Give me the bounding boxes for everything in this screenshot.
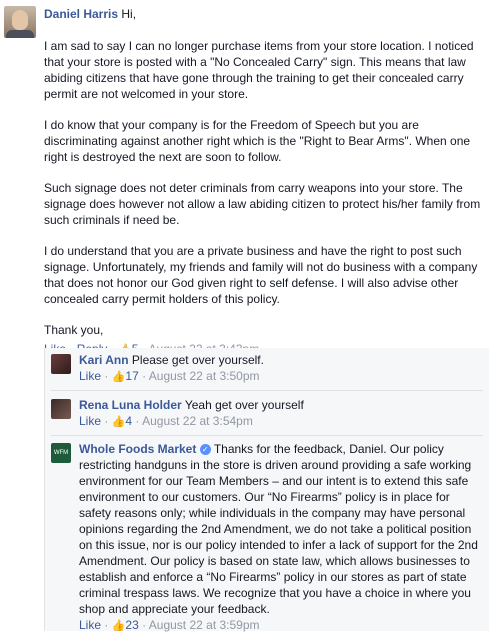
reply-author[interactable]: Rena Luna Holder	[79, 398, 182, 412]
reply-author[interactable]: Whole Foods Market	[79, 442, 196, 456]
divider	[51, 435, 483, 436]
paragraph: I do know that your company is for the F…	[44, 118, 471, 164]
like-link[interactable]: Like	[79, 414, 101, 428]
paragraph: I am sad to say I can no longer purchase…	[44, 39, 474, 101]
reply-text: Yeah get over yourself	[184, 398, 304, 412]
comment-body: Daniel Harris Hi, I am sad to say I can …	[44, 6, 484, 358]
paragraph: I do understand that you are a private b…	[44, 244, 478, 306]
greeting: Hi,	[121, 7, 137, 21]
avatar[interactable]	[51, 354, 71, 374]
timestamp[interactable]: August 22 at 3:54pm	[142, 414, 253, 428]
verified-check-icon: ✓	[199, 444, 211, 455]
like-link[interactable]: Like	[79, 369, 101, 383]
replies-section: Kari Ann Please get over yourself. Like …	[44, 348, 489, 634]
reply-text: Thanks for the feedback, Daniel. Our pol…	[79, 442, 478, 616]
comment-text-line: Daniel Harris Hi,	[44, 6, 484, 22]
paragraph: Such signage does not deter criminals fr…	[44, 181, 481, 227]
paragraph: Thank you,	[44, 323, 104, 337]
avatar[interactable]	[4, 6, 36, 38]
reply-content: Whole Foods Market ✓ Thanks for the feed…	[79, 441, 481, 634]
reply-actions: Like · 👍4 · August 22 at 3:54pm	[79, 414, 253, 430]
reply-author[interactable]: Kari Ann	[79, 353, 129, 367]
timestamp[interactable]: August 22 at 3:59pm	[149, 618, 260, 632]
like-count[interactable]: 17	[125, 369, 138, 383]
comment-author[interactable]: Daniel Harris	[44, 7, 118, 21]
like-count[interactable]: 4	[125, 414, 132, 428]
avatar[interactable]: WFM	[51, 443, 71, 463]
timestamp[interactable]: August 22 at 3:50pm	[149, 369, 260, 383]
reply-actions: Like · 👍23 · August 22 at 3:59pm	[79, 618, 260, 634]
reply-actions: Like · 👍17 · August 22 at 3:50pm	[79, 369, 260, 385]
thumbs-up-icon[interactable]: 👍	[112, 618, 126, 634]
like-count[interactable]: 23	[125, 618, 138, 632]
thumbs-up-icon[interactable]: 👍	[112, 414, 126, 430]
wfm-logo-icon: WFM	[53, 450, 69, 456]
avatar[interactable]	[51, 399, 71, 419]
reply-content: Kari Ann Please get over yourself. Like …	[79, 352, 481, 385]
reply-content: Rena Luna Holder Yeah get over yourself …	[79, 397, 481, 430]
thumbs-up-icon[interactable]: 👍	[112, 369, 126, 385]
divider	[51, 390, 483, 391]
reply-text: Please get over yourself.	[131, 353, 264, 367]
like-link[interactable]: Like	[79, 618, 101, 632]
